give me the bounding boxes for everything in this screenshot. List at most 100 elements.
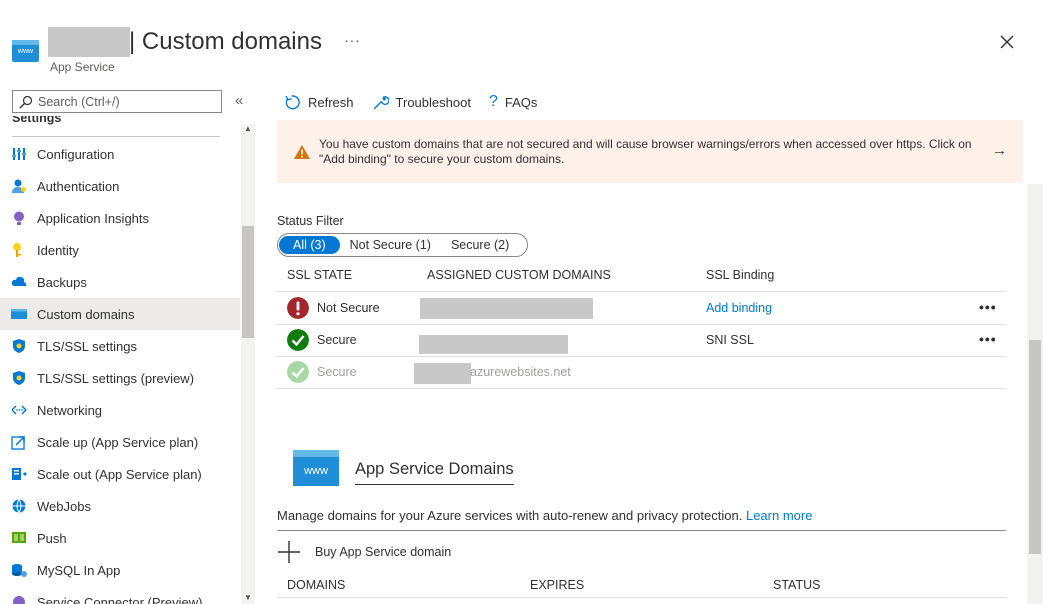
sidebar-item-label: WebJobs	[37, 498, 91, 514]
configuration-icon	[12, 148, 26, 160]
buy-app-service-domain-button[interactable]: Buy App Service domain	[277, 540, 451, 564]
description-text: Manage domains for your Azure services w…	[277, 508, 743, 523]
refresh-button[interactable]: Refresh	[284, 94, 354, 111]
table-header: SSL STATE ASSIGNED CUSTOM DOMAINS SSL Bi…	[277, 258, 1006, 292]
search-icon	[19, 95, 33, 108]
app-service-domains-icon: www	[293, 450, 339, 486]
sidebar-item-service-connector[interactable]: Service Connector (Preview)	[0, 586, 240, 604]
command-bar: Refresh Troubleshoot ? FAQs	[284, 92, 555, 112]
sidebar-item-label: Push	[37, 530, 67, 546]
troubleshoot-button[interactable]: Troubleshoot	[372, 94, 471, 111]
sidebar-item-scale-up[interactable]: Scale up (App Service plan)	[0, 426, 240, 458]
push-icon	[12, 532, 26, 543]
ssl-state: Not Secure	[317, 301, 380, 315]
warning-banner[interactable]: You have custom domains that are not sec…	[277, 120, 1023, 183]
sidebar-item-mysql-in-app[interactable]: MySQL In App	[0, 554, 240, 586]
app-service-domains-table-header: DOMAINS EXPIRES STATUS	[277, 576, 1006, 598]
sidebar-item-networking[interactable]: Networking	[0, 394, 240, 426]
filter-all[interactable]: All (3)	[279, 236, 340, 254]
collapse-sidebar-button[interactable]: «	[235, 92, 243, 109]
check-icon	[287, 361, 309, 383]
sidebar-scrollbar[interactable]	[241, 124, 255, 604]
table-row[interactable]: Secure SNI SSL •••	[277, 325, 1006, 357]
sidebar-item-configuration[interactable]: Configuration	[0, 138, 240, 170]
error-icon	[287, 297, 309, 319]
sidebar-item-push[interactable]: Push	[0, 522, 240, 554]
shield-icon	[13, 371, 25, 385]
arrow-right-icon[interactable]: →	[992, 142, 1007, 159]
sidebar-item-label: Authentication	[37, 178, 120, 194]
shield-icon	[13, 339, 25, 353]
column-header: SSL STATE	[287, 268, 353, 282]
sidebar: Search (Ctrl+/) « Settings Configuration…	[0, 88, 258, 604]
sidebar-item-tls-ssl-settings[interactable]: TLS/SSL settings	[0, 330, 240, 362]
sidebar-item-label: Service Connector (Preview)	[37, 594, 203, 604]
sidebar-item-label: Identity	[37, 242, 79, 258]
column-header: ASSIGNED CUSTOM DOMAINS	[427, 268, 611, 282]
identity-icon	[13, 243, 21, 257]
app-service-domains-description: Manage domains for your Azure services w…	[277, 508, 812, 523]
blade-header: www | Custom domains ··· App Service	[0, 0, 1043, 82]
column-header: SSL Binding	[706, 268, 775, 282]
divider	[277, 530, 1006, 531]
sidebar-item-label: Custom domains	[37, 306, 135, 322]
sidebar-item-custom-domains[interactable]: Custom domains	[0, 298, 240, 330]
table-row: Secure azurewebsites.net	[277, 357, 1006, 389]
sidebar-item-label: Application Insights	[37, 210, 150, 226]
sidebar-item-identity[interactable]: Identity	[0, 234, 240, 266]
authentication-icon	[12, 179, 26, 193]
webjobs-icon	[12, 499, 26, 513]
close-icon	[1000, 35, 1014, 49]
sidebar-item-label: TLS/SSL settings (preview)	[37, 370, 195, 386]
sidebar-item-webjobs[interactable]: WebJobs	[0, 490, 240, 522]
sidebar-item-label: Backups	[37, 274, 87, 290]
column-header: STATUS	[773, 578, 821, 592]
scale-up-icon	[11, 436, 25, 450]
sidebar-item-backups[interactable]: Backups	[0, 266, 240, 298]
refresh-label: Refresh	[308, 94, 354, 110]
backups-icon	[11, 276, 27, 286]
assigned-domain: azurewebsites.net	[470, 365, 571, 379]
custom-domains-icon	[11, 309, 27, 319]
sidebar-item-tls-ssl-settings-preview[interactable]: TLS/SSL settings (preview)	[0, 362, 240, 394]
check-icon	[287, 329, 309, 351]
scroll-up-arrow-icon[interactable]: ▲	[244, 124, 252, 133]
warning-message: You have custom domains that are not sec…	[319, 136, 972, 166]
scroll-down-arrow-icon[interactable]: ▼	[244, 593, 252, 602]
table-row[interactable]: Not Secure Add binding •••	[277, 293, 1006, 325]
sidebar-scrollbar-thumb[interactable]	[242, 226, 254, 338]
scale-out-icon	[12, 468, 27, 480]
redacted-domain	[420, 298, 593, 319]
redacted-domain	[419, 335, 568, 354]
section-heading: Settings	[12, 116, 62, 125]
column-header: EXPIRES	[530, 578, 585, 592]
mysql-icon	[12, 564, 27, 577]
service-connector-icon	[13, 596, 25, 604]
custom-domains-table: SSL STATE ASSIGNED CUSTOM DOMAINS SSL Bi…	[277, 258, 1006, 390]
warning-icon	[294, 144, 310, 159]
more-options-button[interactable]: ···	[344, 32, 361, 48]
refresh-icon	[285, 94, 300, 109]
status-filter: All (3) Not Secure (1) Secure (2)	[277, 233, 529, 257]
sidebar-nav: Configuration Authentication Application…	[0, 138, 240, 604]
row-more-button[interactable]: •••	[979, 299, 997, 315]
content-scrollbar-thumb[interactable]	[1029, 340, 1041, 554]
sidebar-item-scale-out[interactable]: Scale out (App Service plan)	[0, 458, 240, 490]
filter-not-secure[interactable]: Not Secure (1)	[340, 236, 441, 254]
sidebar-item-authentication[interactable]: Authentication	[0, 170, 240, 202]
add-binding-link[interactable]: Add binding	[706, 301, 772, 315]
troubleshoot-label: Troubleshoot	[395, 94, 471, 110]
question-icon: ?	[488, 93, 498, 110]
divider	[12, 136, 220, 137]
close-button[interactable]	[996, 31, 1018, 53]
faqs-button[interactable]: ? FAQs	[489, 93, 537, 111]
sidebar-item-application-insights[interactable]: Application Insights	[0, 202, 240, 234]
ssl-binding: SNI SSL	[706, 333, 754, 347]
wrench-icon	[373, 95, 389, 109]
filter-secure[interactable]: Secure (2)	[441, 236, 519, 254]
resource-type-label: App Service	[50, 60, 115, 74]
row-more-button[interactable]: •••	[979, 331, 997, 347]
app-service-icon: www	[12, 40, 39, 62]
learn-more-link[interactable]: Learn more	[746, 508, 812, 523]
search-input[interactable]: Search (Ctrl+/)	[12, 90, 222, 113]
